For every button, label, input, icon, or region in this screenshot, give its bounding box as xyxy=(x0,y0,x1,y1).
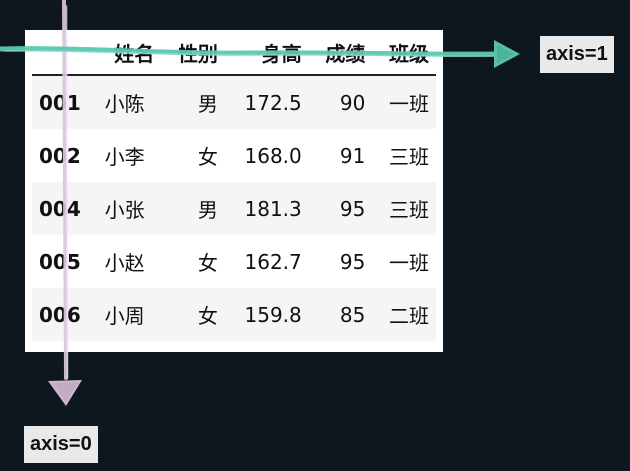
cell-height: 172.5 xyxy=(224,75,309,129)
cell-score: 91 xyxy=(339,143,366,168)
cell-gender: 男 xyxy=(161,75,225,129)
column-header-gender: 性别 xyxy=(161,30,225,76)
cell-class: 二班 xyxy=(372,288,436,341)
cell-class: 一班 xyxy=(389,251,429,275)
cell-gender: 女 xyxy=(197,251,218,275)
row-index: 004 xyxy=(32,182,98,235)
cell-class: 三班 xyxy=(372,182,436,235)
table-row: 001 小陈 男 172.5 90 一班 xyxy=(32,75,436,129)
row-index: 002 xyxy=(39,143,81,168)
cell-gender: 男 xyxy=(161,182,225,235)
cell-gender: 女 xyxy=(161,288,225,341)
column-header-score: 成绩 xyxy=(308,30,373,76)
cell-name: 小陈 xyxy=(97,75,162,129)
cell-gender: 女 xyxy=(197,145,218,169)
row-index: 005 xyxy=(39,249,81,274)
table-row: 002 小李 女 168.0 91 三班 xyxy=(32,129,436,182)
cell-score: 85 xyxy=(308,288,373,341)
cell-class: 一班 xyxy=(372,75,436,129)
column-header-class: 班级 xyxy=(372,30,436,76)
cell-name: 小李 xyxy=(104,145,145,169)
dataframe-card: 姓名 性别 身高 成绩 班级 001 小陈 男 172.5 90 一班 002 … xyxy=(25,30,443,352)
cell-height: 181.3 xyxy=(224,182,309,235)
cell-name: 小张 xyxy=(97,182,162,235)
cell-height: 162.7 xyxy=(244,249,302,274)
table-row: 006 小周 女 159.8 85 二班 xyxy=(32,288,436,341)
table-row: 005 小赵 女 162.7 95 一班 xyxy=(32,235,436,288)
cell-height: 168.0 xyxy=(244,143,302,168)
axis1-label: axis=1 xyxy=(540,36,614,73)
row-index: 006 xyxy=(32,288,98,341)
cell-class: 三班 xyxy=(389,145,429,169)
dataframe-table: 姓名 性别 身高 成绩 班级 001 小陈 男 172.5 90 一班 002 … xyxy=(32,30,436,341)
row-index: 001 xyxy=(32,75,98,129)
index-header xyxy=(32,30,98,76)
column-header-name: 姓名 xyxy=(97,30,162,76)
cell-score: 95 xyxy=(339,249,366,274)
axis0-label: axis=0 xyxy=(24,426,98,463)
cell-name: 小赵 xyxy=(104,251,145,275)
cell-name: 小周 xyxy=(97,288,162,341)
cell-score: 90 xyxy=(308,75,373,129)
column-header-height: 身高 xyxy=(224,30,309,76)
table-row: 004 小张 男 181.3 95 三班 xyxy=(32,182,436,235)
cell-height: 159.8 xyxy=(224,288,309,341)
header-row: 姓名 性别 身高 成绩 班级 xyxy=(32,30,436,76)
cell-score: 95 xyxy=(308,182,373,235)
